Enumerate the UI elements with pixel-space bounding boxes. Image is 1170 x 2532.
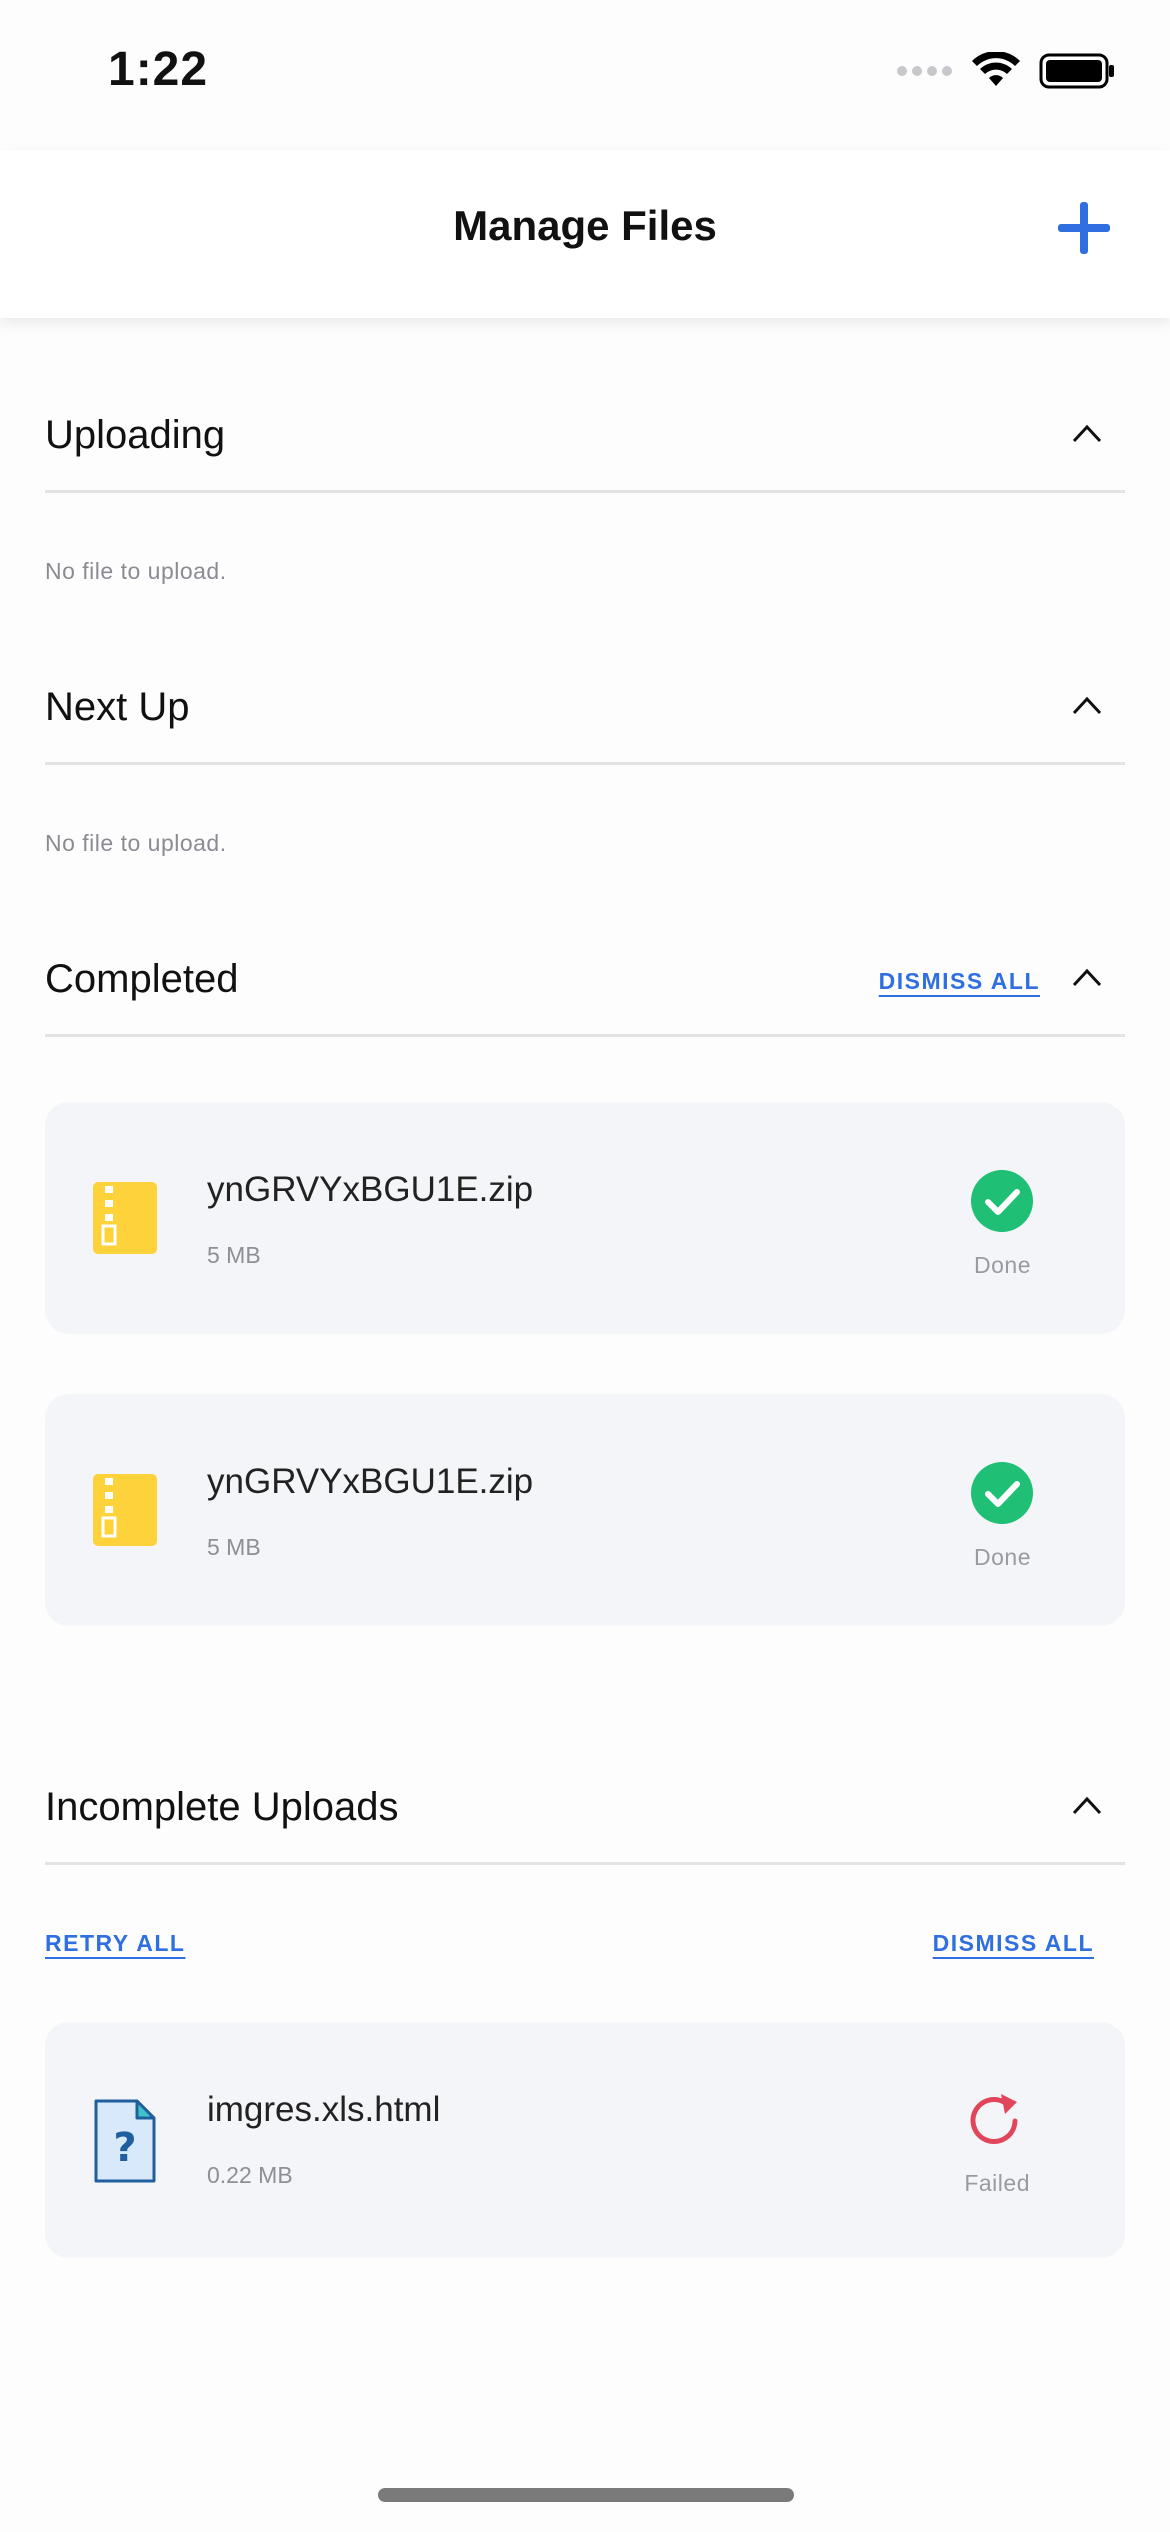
section-header-completed[interactable]: Completed DISMISS ALL — [45, 932, 1125, 1037]
chevron-up-icon[interactable] — [1071, 694, 1103, 716]
plus-icon — [1058, 202, 1110, 254]
empty-next-up-text: No file to upload. — [45, 830, 227, 856]
status-time: 1:22 — [108, 43, 209, 96]
wifi-icon — [972, 52, 1020, 86]
file-card[interactable]: ? imgres.xls.html 0.22 MB Failed — [45, 2022, 1125, 2258]
status-label: Done — [974, 1252, 1031, 1278]
section-title: Completed — [45, 957, 239, 1001]
cellular-signal-icon — [897, 66, 952, 76]
page-title: Manage Files — [453, 202, 717, 249]
section-title: Incomplete Uploads — [45, 1785, 399, 1829]
status-icons — [897, 52, 1115, 90]
status-label: Done — [974, 1544, 1031, 1570]
file-name: ynGRVYxBGU1E.zip — [207, 1462, 534, 1501]
section-header-next-up[interactable]: Next Up — [45, 660, 1125, 765]
status-bar: 1:22 — [0, 0, 1170, 150]
retry-all-button[interactable]: RETRY ALL — [45, 1930, 185, 1957]
section-header-uploading[interactable]: Uploading — [45, 388, 1125, 493]
file-size: 0.22 MB — [207, 2162, 293, 2188]
file-card[interactable]: ynGRVYxBGU1E.zip 5 MB Done — [45, 1102, 1125, 1334]
dismiss-all-incomplete-button[interactable]: DISMISS ALL — [933, 1930, 1094, 1957]
section-header-incomplete[interactable]: Incomplete Uploads — [45, 1760, 1125, 1865]
add-file-button[interactable] — [1056, 200, 1112, 256]
zip-file-icon — [93, 1474, 157, 1546]
file-name: ynGRVYxBGU1E.zip — [207, 1170, 534, 1209]
svg-text:?: ? — [113, 2125, 136, 2171]
check-circle-icon — [971, 1170, 1033, 1232]
zip-file-icon — [93, 1182, 157, 1254]
empty-uploading-text: No file to upload. — [45, 558, 227, 584]
nav-bar: Manage Files — [0, 150, 1170, 318]
retry-icon[interactable] — [963, 2090, 1025, 2152]
section-title: Next Up — [45, 685, 190, 729]
file-size: 5 MB — [207, 1534, 261, 1560]
dismiss-all-completed-button[interactable]: DISMISS ALL — [879, 968, 1040, 995]
file-size: 5 MB — [207, 1242, 261, 1268]
home-indicator — [378, 2488, 794, 2502]
file-name: imgres.xls.html — [207, 2090, 441, 2129]
section-title: Uploading — [45, 413, 226, 457]
check-circle-icon — [971, 1462, 1033, 1524]
chevron-up-icon[interactable] — [1071, 422, 1103, 444]
file-card[interactable]: ynGRVYxBGU1E.zip 5 MB Done — [45, 1394, 1125, 1626]
status-label: Failed — [964, 2170, 1030, 2196]
battery-icon — [1039, 53, 1114, 89]
unknown-file-icon: ? — [94, 2099, 156, 2183]
chevron-up-icon[interactable] — [1071, 1794, 1103, 1816]
chevron-up-icon[interactable] — [1071, 966, 1103, 988]
